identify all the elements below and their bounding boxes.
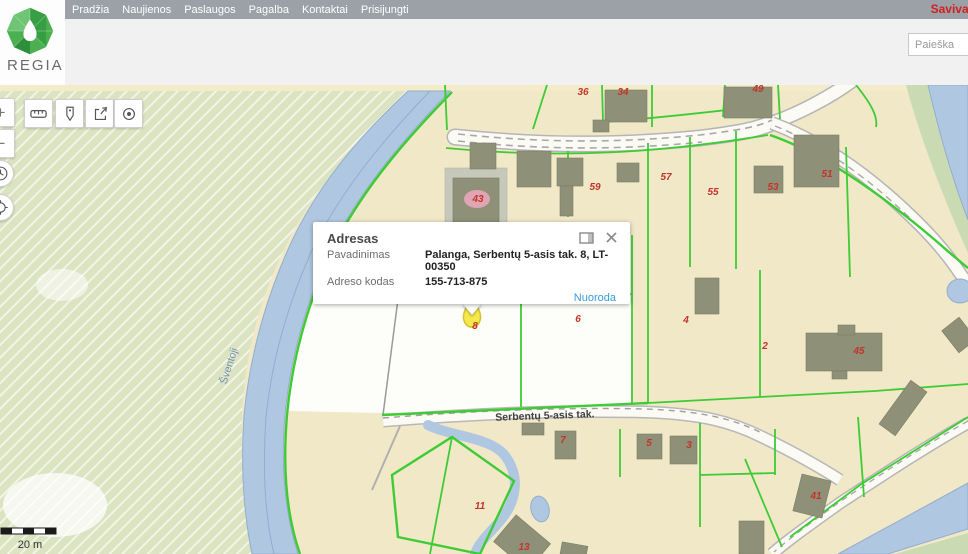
parcel-number: 43 <box>471 194 484 205</box>
crosshair-icon <box>0 199 9 216</box>
map-canvas[interactable]: 363449435957555351864245753114113 Serben… <box>0 85 968 554</box>
regia-map-app: REGIA Pradžia Naujienos Paslaugos Pagalb… <box>0 0 968 554</box>
parcel-number: 41 <box>809 491 822 502</box>
parcel-number: 53 <box>767 182 779 193</box>
parcel-number: 3 <box>686 440 692 451</box>
nuoroda-link[interactable]: Nuoroda <box>327 292 616 304</box>
export-arrow-icon <box>91 105 109 123</box>
nav-savivaldybe-link[interactable]: Savival <box>931 0 968 19</box>
map-container: 363449435957555351864245753114113 Serben… <box>0 85 968 554</box>
parcel-number: 49 <box>751 85 764 95</box>
clock-icon <box>0 165 9 182</box>
nav-pagalba[interactable]: Pagalba <box>249 4 289 16</box>
forest-clearing <box>3 473 107 537</box>
nav-pradzia[interactable]: Pradžia <box>72 4 109 16</box>
address-popup: Adresas Pavadinimas Palanga, Serbentų 5-… <box>313 222 630 304</box>
logo[interactable]: REGIA <box>0 0 65 85</box>
header: REGIA Pradžia Naujienos Paslaugos Pagalb… <box>0 0 968 85</box>
popup-pointer <box>462 303 482 315</box>
parcel-number: 36 <box>577 87 589 98</box>
field-value: Palanga, Serbentų 5-asis tak. 8, LT-0035… <box>425 249 616 273</box>
parcel-number: 6 <box>575 314 581 325</box>
regia-logo-icon <box>5 6 55 56</box>
marker-button[interactable] <box>55 99 84 128</box>
search-input[interactable] <box>908 33 968 56</box>
parcel-number: 13 <box>518 542 530 553</box>
pond <box>947 279 968 303</box>
nav-prisijungti[interactable]: Prisijungti <box>361 4 409 16</box>
parcel-number: 57 <box>660 172 672 183</box>
target-dot-icon <box>120 105 138 123</box>
ruler-icon <box>29 104 48 123</box>
parcel-number: 51 <box>821 169 833 180</box>
parcel-number: 55 <box>707 187 719 198</box>
field-label: Pavadinimas <box>327 249 425 273</box>
nav-naujienos[interactable]: Naujienos <box>122 4 171 16</box>
parcel-number: 11 <box>475 501 486 512</box>
measure-button[interactable] <box>24 99 53 128</box>
nav-paslaugos[interactable]: Paslaugos <box>184 4 235 16</box>
scale-label: 20 m <box>18 539 42 551</box>
popup-title: Adresas <box>327 231 616 246</box>
field-label: Adreso kodas <box>327 276 425 288</box>
close-icon[interactable] <box>605 231 618 244</box>
parcel-number: 8 <box>472 321 478 332</box>
field-value: 155-713-875 <box>425 276 487 288</box>
parcel-number: 34 <box>617 87 629 98</box>
parcel-number: 7 <box>560 435 566 446</box>
minus-icon: − <box>0 135 5 152</box>
dock-window-icon[interactable] <box>579 232 594 244</box>
locate-point-button[interactable] <box>114 99 143 128</box>
parcel-number: 59 <box>589 182 601 193</box>
share-button[interactable] <box>85 99 114 128</box>
plus-icon: + <box>0 104 5 121</box>
main-nav: Pradžia Naujienos Paslaugos Pagalba Kont… <box>65 0 968 19</box>
map-pin-icon <box>61 105 79 123</box>
map-top-path <box>0 85 968 91</box>
zoom-out-button[interactable]: − <box>0 129 15 158</box>
parcel-number: 5 <box>646 438 652 449</box>
zoom-in-button[interactable]: + <box>0 98 15 127</box>
popup-row-name: Pavadinimas Palanga, Serbentų 5-asis tak… <box>327 249 616 273</box>
parcel-number: 2 <box>761 341 768 352</box>
parcel-number: 45 <box>852 346 865 357</box>
parcel-number: 4 <box>682 315 689 326</box>
nav-kontaktai[interactable]: Kontaktai <box>302 4 348 16</box>
popup-row-code: Adreso kodas 155-713-875 <box>327 276 616 288</box>
brand-text: REGIA <box>7 57 64 74</box>
